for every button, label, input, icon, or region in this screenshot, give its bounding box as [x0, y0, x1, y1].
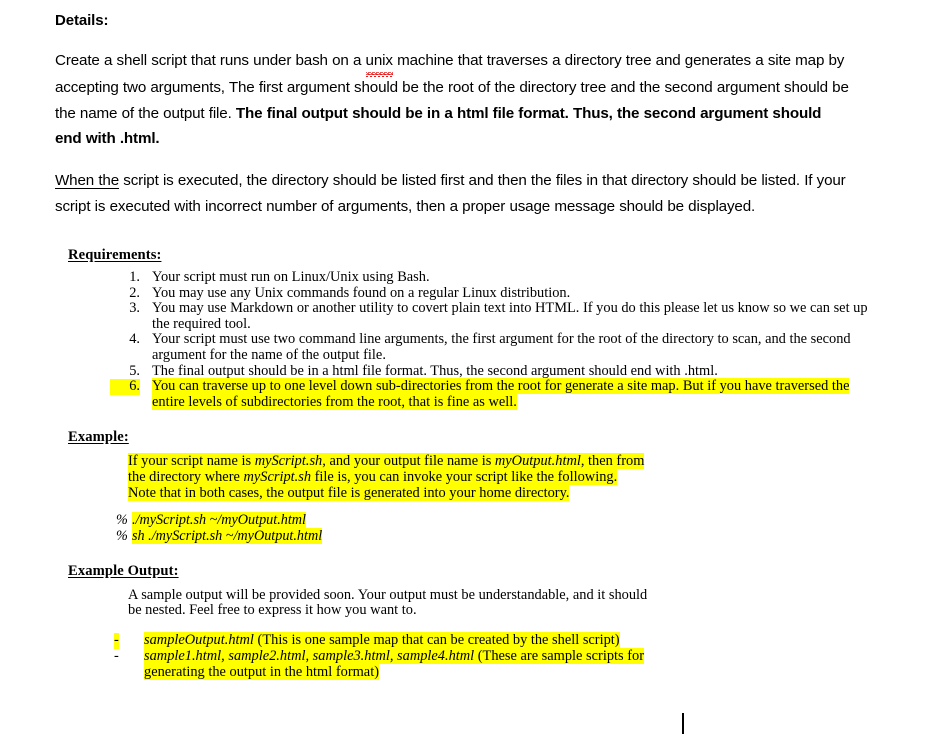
example-text-part2: , and your output file name is	[322, 453, 495, 470]
text-cursor-caret	[682, 713, 684, 734]
command-prompt: %	[116, 512, 128, 529]
intro-paragraph-1: Create a shell script that runs under ba…	[55, 48, 850, 152]
example-heading: Example:	[68, 429, 129, 446]
sample-file-names: sample1.html, sample2.html, sample3.html…	[144, 647, 475, 664]
sample-file-item: - sampleOutput.html (This is one sample m…	[114, 631, 664, 649]
document-intro-section: Details: Create a shell script that runs…	[55, 8, 850, 234]
spellcheck-word-unix: unix	[365, 48, 394, 77]
requirement-text: Your script must run on Linux/Unix using…	[152, 269, 430, 285]
example-output-name: myOutput.html	[494, 453, 581, 470]
requirement-item-highlighted: 6. You can traverse up to one level down…	[110, 378, 868, 410]
requirement-text: You may use Markdown or another utility …	[152, 300, 868, 332]
example-output-paragraph: A sample output will be provided soon. Y…	[128, 586, 648, 619]
requirement-item: 1. Your script must run on Linux/Unix us…	[110, 269, 868, 286]
requirement-number: 3.	[129, 300, 140, 317]
requirement-item: 2. You may use any Unix commands found o…	[110, 284, 868, 302]
example-paragraph: If your script name is myScript.sh, and …	[128, 453, 648, 501]
requirement-number: 2.	[129, 284, 140, 301]
underlined-lead-phrase: When the	[55, 172, 120, 190]
command-text: ./myScript.sh ~/myOutput.html	[132, 512, 306, 529]
requirement-number: 6.	[110, 379, 140, 395]
example-text-part1: If your script name is	[128, 453, 255, 470]
sample-file-description: (This is one sample map that can be crea…	[253, 631, 620, 648]
intro-paragraph-2: When the script is executed, the directo…	[55, 168, 850, 220]
requirement-item: 3. You may use Markdown or another utili…	[110, 300, 868, 332]
requirements-list: 1. Your script must run on Linux/Unix us…	[68, 269, 868, 410]
command-text: sh ./myScript.sh ~/myOutput.html	[132, 527, 323, 544]
requirement-number: 5.	[129, 362, 140, 379]
requirement-number: 4.	[129, 331, 140, 348]
requirement-item: 4. Your script must use two command line…	[110, 332, 868, 363]
example-section: Example: If your script name is myScript…	[68, 428, 868, 544]
requirement-text: The final output should be in a html fil…	[152, 362, 718, 379]
command-line: % ./myScript.sh ~/myOutput.html	[116, 512, 868, 529]
requirement-text: You can traverse up to one level down su…	[152, 378, 868, 410]
example-commands: % ./myScript.sh ~/myOutput.html % sh ./myS…	[116, 512, 868, 545]
command-prompt: %	[116, 527, 128, 544]
list-dash: -	[114, 631, 119, 649]
requirement-item: 5. The final output should be in a html …	[110, 362, 868, 380]
document-body-section: Requirements: 1. Your script must run on…	[68, 246, 868, 680]
example-script-name-2: myScript.sh	[243, 468, 312, 485]
requirement-text: You may use any Unix commands found on a…	[152, 284, 571, 301]
example-script-name: myScript.sh	[254, 453, 323, 470]
sample-files-list: - sampleOutput.html (This is one sample m…	[114, 631, 868, 681]
details-heading: Details:	[55, 12, 109, 29]
sample-file-names: sampleOutput.html	[144, 631, 254, 648]
example-output-heading: Example Output:	[68, 562, 179, 579]
intro-paragraph-2-rest: script is executed, the directory should…	[55, 172, 846, 215]
requirement-number: 1.	[129, 269, 140, 285]
requirements-heading: Requirements:	[68, 247, 162, 263]
document-page: Details: Create a shell script that runs…	[0, 0, 932, 753]
requirement-text: Your script must use two command line ar…	[152, 331, 851, 363]
intro-paragraph-1-part1: Create a shell script that runs under ba…	[55, 52, 366, 69]
list-dash: -	[114, 647, 119, 664]
requirement-text-highlight: You can traverse up to one level down su…	[152, 378, 850, 410]
command-line: % sh ./myScript.sh ~/myOutput.html	[116, 527, 868, 545]
example-output-section: Example Output: A sample output will be …	[68, 562, 868, 681]
requirements-section: Requirements: 1. Your script must run on…	[68, 246, 868, 410]
sample-file-item: - sample1.html, sample2.html, sample3.htm…	[114, 647, 664, 681]
